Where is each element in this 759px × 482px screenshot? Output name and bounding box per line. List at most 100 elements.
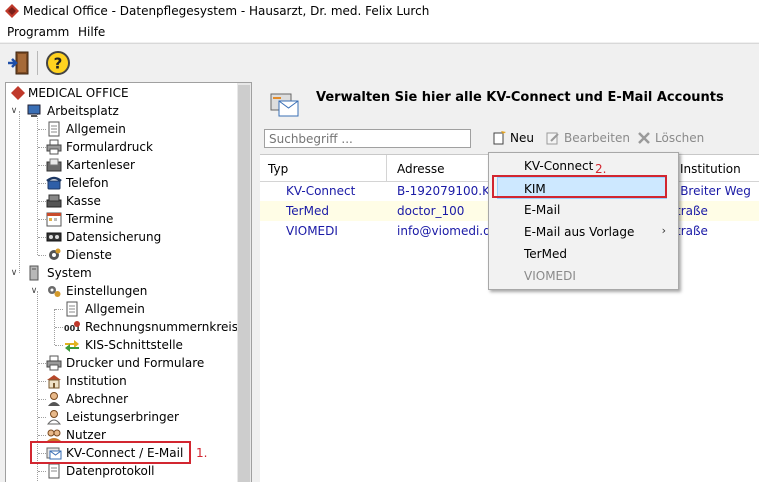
tree-item-kasse[interactable]: Kasse [6,192,236,210]
submenu-arrow-icon: › [661,224,666,237]
tree-item-termine[interactable]: Termine [6,210,236,228]
menu-programm[interactable]: Programm [7,25,69,39]
tree-item-label: Kasse [66,194,101,208]
new-button[interactable]: Neu [492,131,540,147]
menu-item-label: VIOMEDI [524,269,576,283]
calendar-icon [46,212,62,227]
column-header-adresse[interactable]: Adresse [397,162,445,176]
menu-item-termed[interactable]: TerMed [489,243,678,265]
tree-item-rechnungsnummernkreise[interactable]: 001 Rechnungsnummernkreise [6,318,245,336]
search-input[interactable] [264,129,471,148]
cell-typ: TerMed [286,204,329,218]
svg-text:?: ? [54,55,63,73]
tree-item-datenprotokoll[interactable]: Datenprotokoll [6,462,236,480]
cash-register-icon [46,194,62,208]
expand-chevron-icon[interactable]: ∨ [9,102,19,120]
tree-item-abrechner[interactable]: Abrechner [6,390,236,408]
cell-adresse: B-192079100.KV [397,184,499,198]
page-title: Verwalten Sie hier alle KV-Connect und E… [316,90,724,105]
delete-button[interactable]: Löschen [637,131,707,147]
tree-item-telefon[interactable]: Telefon [6,174,236,192]
number-range-icon: 001 [64,321,80,333]
scrollbar-thumb[interactable] [238,85,250,482]
medical-office-icon [11,86,25,100]
accounts-header-icon [270,93,299,117]
delete-button-label: Löschen [655,131,705,145]
help-icon[interactable]: ? [44,49,72,77]
expand-chevron-icon[interactable]: ∨ [9,264,19,282]
tree-item-leistungserbringer[interactable]: Leistungserbringer [6,408,236,426]
tree-node-label: System [47,266,92,280]
cell-typ: VIOMEDI [286,224,338,238]
toolbar: ? [0,43,759,82]
tree-item-label: Rechnungsnummernkreise [85,320,246,334]
building-icon [47,375,61,389]
tree-item-label: Institution [66,374,127,388]
tree-root[interactable]: MEDICAL OFFICE [6,84,236,102]
menu-item-kv-connect[interactable]: KV-Connect [489,155,678,177]
menu-bar: Programm Hilfe [0,22,759,42]
annotation-label-2: 2. [595,162,607,176]
column-header-institution[interactable]: Institution [680,162,741,176]
tree-item-einstellungen-allgemein[interactable]: Allgemein [6,300,236,318]
document-icon [66,301,78,317]
menu-hilfe[interactable]: Hilfe [78,25,105,39]
tree-item-label: Formulardruck [66,140,153,154]
column-header-typ[interactable]: Typ [268,162,288,176]
edit-button-label: Bearbeiten [564,131,630,145]
tree-item-kartenleser[interactable]: Kartenleser [6,156,236,174]
menu-item-label: E-Mail [524,203,561,217]
column-divider[interactable] [386,155,387,181]
cell-institution: e Breiter Weg [669,184,751,198]
card-reader-icon [46,158,62,172]
gear-icon [49,248,61,260]
cell-typ: KV-Connect [286,184,356,198]
tree-node-system[interactable]: ∨ System [6,264,236,282]
computer-icon [27,104,41,117]
telephone-icon [46,176,62,190]
annotation-label-1: 1. [196,446,208,460]
menu-item-email-aus-vorlage[interactable]: E-Mail aus Vorlage › [489,221,678,243]
window-title: Medical Office - Datenpflegesystem - Hau… [23,4,430,18]
expand-chevron-icon[interactable]: ∨ [29,282,39,300]
edit-icon [546,132,559,145]
settings-gears-icon [48,286,61,297]
tree-item-label: Leistungserbringer [66,410,179,424]
cell-adresse: info@viomedi.de [397,224,499,238]
menu-item-label: TerMed [524,247,567,261]
tree-item-allgemein[interactable]: Allgemein [6,120,236,138]
new-button-label: Neu [510,131,534,145]
tree-item-dienste[interactable]: Dienste [6,246,236,264]
document-icon [48,121,60,137]
navigation-tree: MEDICAL OFFICE ∨ Arbeitsplatz Allgemein … [5,82,252,482]
menu-item-email[interactable]: E-Mail [489,199,678,221]
tree-item-label: Allgemein [85,302,145,316]
tree-item-formulardruck[interactable]: Formulardruck [6,138,236,156]
tree-item-label: Allgemein [66,122,126,136]
annotation-highlight-box-1 [30,441,191,464]
tree-item-institution[interactable]: Institution [6,372,236,390]
menu-item-viomedi: VIOMEDI [489,265,678,287]
menu-item-label: E-Mail aus Vorlage [524,225,635,239]
tree-item-label: Termine [66,212,114,226]
tree-item-kis-schnittstelle[interactable]: KIS-Schnittstelle [6,336,236,354]
tree-item-datensicherung[interactable]: Datensicherung [6,228,236,246]
printer-icon [46,139,62,155]
person-icon [46,410,62,425]
interface-arrows-icon [65,340,79,352]
server-icon [29,265,39,281]
tree-scrollbar[interactable] [237,83,251,482]
tree-item-label: Kartenleser [66,158,135,172]
tree-node-arbeitsplatz[interactable]: ∨ Arbeitsplatz [6,102,236,120]
tree-item-drucker-und-formulare[interactable]: Drucker und Formulare [6,354,236,372]
exit-icon[interactable] [5,49,33,77]
tree-node-einstellungen[interactable]: ∨ Einstellungen [6,282,236,300]
tree-item-label: Datenprotokoll [66,464,155,478]
printer-icon [46,355,62,371]
cell-institution: traße [676,224,708,238]
annotation-highlight-box-2 [492,175,667,198]
cell-institution: traße [676,204,708,218]
edit-button[interactable]: Bearbeiten [546,131,634,147]
title-bar: Medical Office - Datenpflegesystem - Hau… [0,0,759,22]
tape-drive-icon [46,232,62,242]
